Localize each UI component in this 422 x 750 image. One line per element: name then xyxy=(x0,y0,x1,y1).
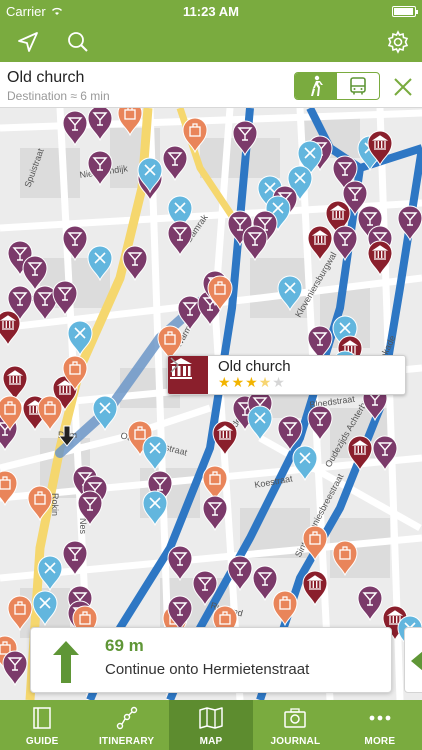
nightlife-pin[interactable] xyxy=(242,225,268,262)
poi-callout[interactable]: Old church ★★★★★ xyxy=(167,355,406,395)
star-icon: ★ xyxy=(258,374,273,390)
shopping-pin[interactable] xyxy=(272,590,298,627)
status-bar: Carrier 11:23 AM xyxy=(0,0,422,22)
map-view[interactable]: DamrakOudezijds VoorburgwalSint Antonies… xyxy=(0,108,422,700)
navigation-instruction-card[interactable]: 69 m Continue onto Hermietenstraat xyxy=(30,627,392,693)
nightlife-pin[interactable] xyxy=(62,110,88,147)
tab-itinerary[interactable]: ITINERARY xyxy=(84,700,168,750)
close-icon[interactable] xyxy=(392,76,414,98)
nightlife-pin[interactable] xyxy=(397,205,422,242)
arrow-left-icon xyxy=(411,651,422,671)
callout-title: Old church xyxy=(218,358,291,375)
star-icon: ★ xyxy=(231,374,246,390)
next-instruction-peek[interactable] xyxy=(404,627,422,693)
search-button[interactable] xyxy=(64,28,92,56)
star-icon: ★ xyxy=(218,374,232,390)
instruction-distance: 69 m xyxy=(105,636,144,655)
restaurant-pin[interactable] xyxy=(247,405,273,442)
sight-pin[interactable] xyxy=(2,365,28,402)
destination-title: Old church xyxy=(7,69,85,86)
star-icon: ★ xyxy=(272,374,286,390)
tab-guide[interactable]: GUIDE xyxy=(0,700,84,750)
arrow-up-icon xyxy=(53,641,79,683)
tab-label: MORE xyxy=(364,736,396,747)
street-label: Nes xyxy=(78,518,88,535)
tab-journal[interactable]: JOURNAL xyxy=(253,700,337,750)
nightlife-pin[interactable] xyxy=(252,565,278,602)
bus-mode-button[interactable] xyxy=(337,73,379,99)
nightlife-pin[interactable] xyxy=(122,245,148,282)
nightlife-pin[interactable] xyxy=(87,108,113,142)
tab-label: MAP xyxy=(199,736,223,747)
nightlife-pin[interactable] xyxy=(162,145,188,182)
shopping-pin[interactable] xyxy=(202,465,228,502)
destination-panel: Old church Destination ≈ 6 min xyxy=(0,62,422,108)
tab-label: ITINERARY xyxy=(98,736,155,747)
sight-pin[interactable] xyxy=(0,310,21,347)
app-bar xyxy=(0,22,422,62)
tab-label: JOURNAL xyxy=(270,736,321,747)
sight-pin[interactable] xyxy=(212,420,238,457)
nightlife-pin[interactable] xyxy=(2,650,28,687)
nightlife-pin[interactable] xyxy=(87,150,113,187)
destination-subtitle: Destination ≈ 6 min xyxy=(7,89,110,103)
nightlife-pin[interactable] xyxy=(307,405,333,442)
map-canvas[interactable]: DamrakOudezijds VoorburgwalSint Antonies… xyxy=(0,108,422,700)
nightlife-pin[interactable] xyxy=(202,495,228,532)
tab-more[interactable]: MORE xyxy=(338,700,422,750)
shopping-pin[interactable] xyxy=(37,395,63,432)
bus-icon xyxy=(350,77,366,95)
location-arrow-icon xyxy=(18,32,38,52)
tab-label: GUIDE xyxy=(25,736,59,747)
search-icon xyxy=(68,32,88,52)
map-icon xyxy=(199,707,223,729)
settings-button[interactable] xyxy=(384,28,412,56)
camera-icon xyxy=(284,708,307,728)
status-time: 11:23 AM xyxy=(183,3,239,19)
route-icon xyxy=(116,706,137,730)
instruction-text: Continue onto Hermietenstraat xyxy=(105,661,310,678)
tab-bar: GUIDE ITINERARY MAP JOURNAL MORE xyxy=(0,700,422,750)
transport-mode-toggle xyxy=(294,72,380,100)
restaurant-pin[interactable] xyxy=(292,445,318,482)
nightlife-pin[interactable] xyxy=(167,220,193,257)
walk-icon xyxy=(311,75,323,96)
star-icon: ★ xyxy=(245,374,259,390)
walk-mode-button[interactable] xyxy=(295,73,337,99)
book-icon xyxy=(33,707,51,729)
nightlife-pin[interactable] xyxy=(357,585,383,622)
battery-level xyxy=(394,8,413,15)
tab-map[interactable]: MAP xyxy=(168,700,254,750)
more-dots-icon xyxy=(369,715,391,721)
location-arrow-button[interactable] xyxy=(14,28,42,56)
chevron-right-icon xyxy=(170,357,180,373)
settings-gear-icon xyxy=(387,30,409,54)
battery-icon xyxy=(392,6,418,17)
rating-stars: ★★★★★ xyxy=(218,374,286,391)
nightlife-pin[interactable] xyxy=(167,545,193,582)
